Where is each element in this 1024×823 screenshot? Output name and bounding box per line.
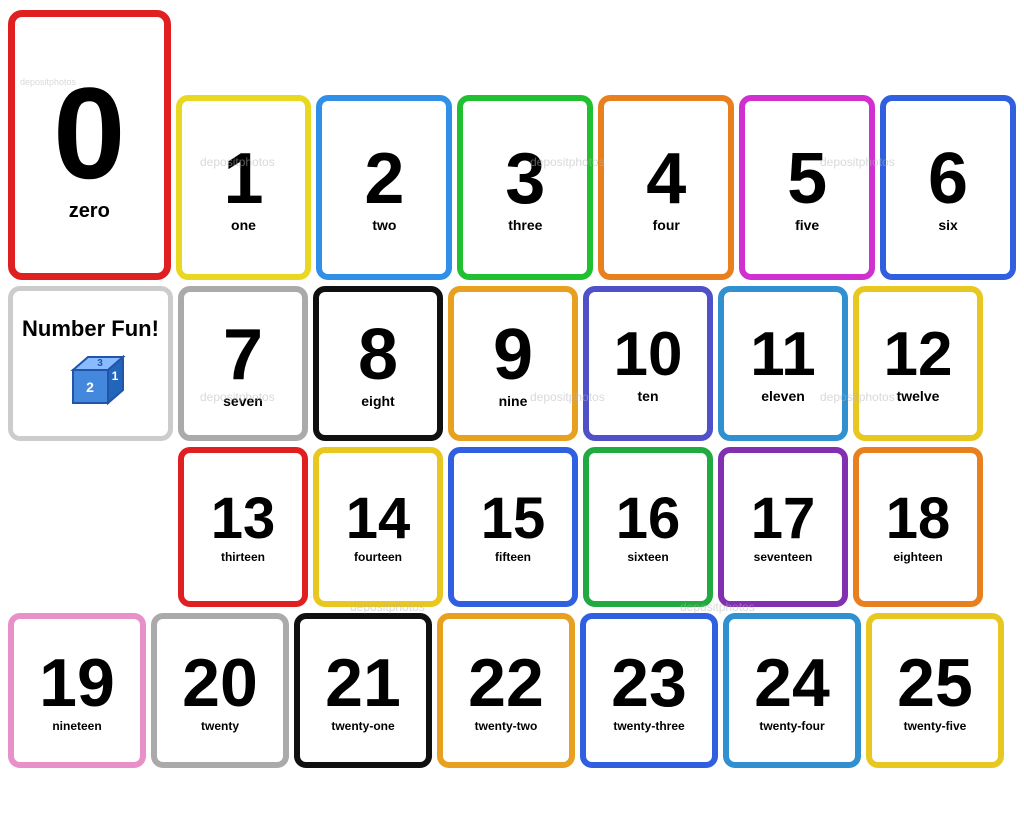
cube-icon: 1 2 3 xyxy=(53,345,128,410)
card-6[interactable]: 6 six xyxy=(880,95,1016,280)
row-1: depositphotos 0 zero 1 one 2 two 3 three xyxy=(8,10,1016,280)
card-6-word: six xyxy=(938,217,957,233)
card-4-number: 4 xyxy=(646,143,686,215)
card-9[interactable]: 9 nine xyxy=(448,286,578,441)
card-19-word: nineteen xyxy=(52,719,101,733)
card-15-number: 15 xyxy=(481,490,546,548)
card-21-number: 21 xyxy=(325,649,401,717)
card-18-number: 18 xyxy=(886,490,951,548)
number-fun-label: Number Fun! xyxy=(22,317,159,341)
card-17[interactable]: 17 seventeen xyxy=(718,447,848,607)
svg-text:3: 3 xyxy=(97,358,103,369)
row-3: 13 thirteen 14 fourteen 15 fifteen 16 si… xyxy=(8,447,1016,607)
card-5-number: 5 xyxy=(787,143,827,215)
card-9-number: 9 xyxy=(493,319,533,391)
card-10-word: ten xyxy=(638,388,659,404)
card-11-word: eleven xyxy=(761,388,805,404)
card-24-word: twenty-four xyxy=(759,719,824,733)
card-14-word: fourteen xyxy=(354,550,402,564)
card-25-word: twenty-five xyxy=(904,719,967,733)
card-8[interactable]: 8 eight xyxy=(313,286,443,441)
main-container: depositphotos 0 zero 1 one 2 two 3 three xyxy=(0,0,1024,823)
card-19[interactable]: 19 nineteen xyxy=(8,613,146,768)
card-18[interactable]: 18 eighteen xyxy=(853,447,983,607)
card-16[interactable]: 16 sixteen xyxy=(583,447,713,607)
card-24[interactable]: 24 twenty-four xyxy=(723,613,861,768)
card-2-word: two xyxy=(372,217,396,233)
card-7[interactable]: 7 seven xyxy=(178,286,308,441)
card-14-number: 14 xyxy=(346,490,411,548)
card-7-word: seven xyxy=(223,393,263,409)
card-13[interactable]: 13 thirteen xyxy=(178,447,308,607)
card-14[interactable]: 14 fourteen xyxy=(313,447,443,607)
card-12-word: twelve xyxy=(897,388,940,404)
card-1-word: one xyxy=(231,217,256,233)
card-20[interactable]: 20 twenty xyxy=(151,613,289,768)
card-15[interactable]: 15 fifteen xyxy=(448,447,578,607)
card-20-word: twenty xyxy=(201,719,239,733)
card-2[interactable]: 2 two xyxy=(316,95,452,280)
card-19-number: 19 xyxy=(39,649,115,717)
svg-text:1: 1 xyxy=(112,369,119,383)
card-1-number: 1 xyxy=(223,143,263,215)
card-2-number: 2 xyxy=(364,143,404,215)
card-3-number: 3 xyxy=(505,143,545,215)
number-fun-box: Number Fun! 1 2 3 xyxy=(8,286,173,441)
card-12-number: 12 xyxy=(884,324,953,386)
card-23[interactable]: 23 twenty-three xyxy=(580,613,718,768)
card-21[interactable]: 21 twenty-one xyxy=(294,613,432,768)
card-20-number: 20 xyxy=(182,649,258,717)
card-8-number: 8 xyxy=(358,319,398,391)
card-16-word: sixteen xyxy=(627,550,668,564)
card-25[interactable]: 25 twenty-five xyxy=(866,613,1004,768)
card-7-number: 7 xyxy=(223,319,263,391)
card-5-word: five xyxy=(795,217,819,233)
card-0-number: 0 xyxy=(53,68,125,198)
svg-text:2: 2 xyxy=(86,379,94,395)
card-13-number: 13 xyxy=(211,490,276,548)
card-24-number: 24 xyxy=(754,649,830,717)
card-12[interactable]: 12 twelve xyxy=(853,286,983,441)
card-16-number: 16 xyxy=(616,490,681,548)
card-4[interactable]: 4 four xyxy=(598,95,734,280)
card-0[interactable]: depositphotos 0 zero xyxy=(8,10,171,280)
row-2: Number Fun! 1 2 3 7 seven xyxy=(8,286,1016,441)
card-6-number: 6 xyxy=(928,143,968,215)
card-1[interactable]: 1 one xyxy=(176,95,312,280)
card-3[interactable]: 3 three xyxy=(457,95,593,280)
card-15-word: fifteen xyxy=(495,550,531,564)
card-13-word: thirteen xyxy=(221,550,265,564)
card-4-word: four xyxy=(653,217,680,233)
card-5[interactable]: 5 five xyxy=(739,95,875,280)
card-3-word: three xyxy=(508,217,542,233)
card-23-word: twenty-three xyxy=(613,719,684,733)
card-0-word: zero xyxy=(69,200,110,223)
card-22-number: 22 xyxy=(468,649,544,717)
card-25-number: 25 xyxy=(897,649,973,717)
card-17-number: 17 xyxy=(751,490,816,548)
card-22[interactable]: 22 twenty-two xyxy=(437,613,575,768)
card-23-number: 23 xyxy=(611,649,687,717)
card-10[interactable]: 10 ten xyxy=(583,286,713,441)
card-10-number: 10 xyxy=(614,324,683,386)
card-21-word: twenty-one xyxy=(331,719,394,733)
card-8-word: eight xyxy=(361,393,394,409)
card-11-number: 11 xyxy=(750,324,816,386)
card-17-word: seventeen xyxy=(754,550,813,564)
card-18-word: eighteen xyxy=(893,550,942,564)
card-22-word: twenty-two xyxy=(475,719,538,733)
row-4: 19 nineteen 20 twenty 21 twenty-one 22 t… xyxy=(8,613,1016,768)
card-9-word: nine xyxy=(499,393,528,409)
card-11[interactable]: 11 eleven xyxy=(718,286,848,441)
